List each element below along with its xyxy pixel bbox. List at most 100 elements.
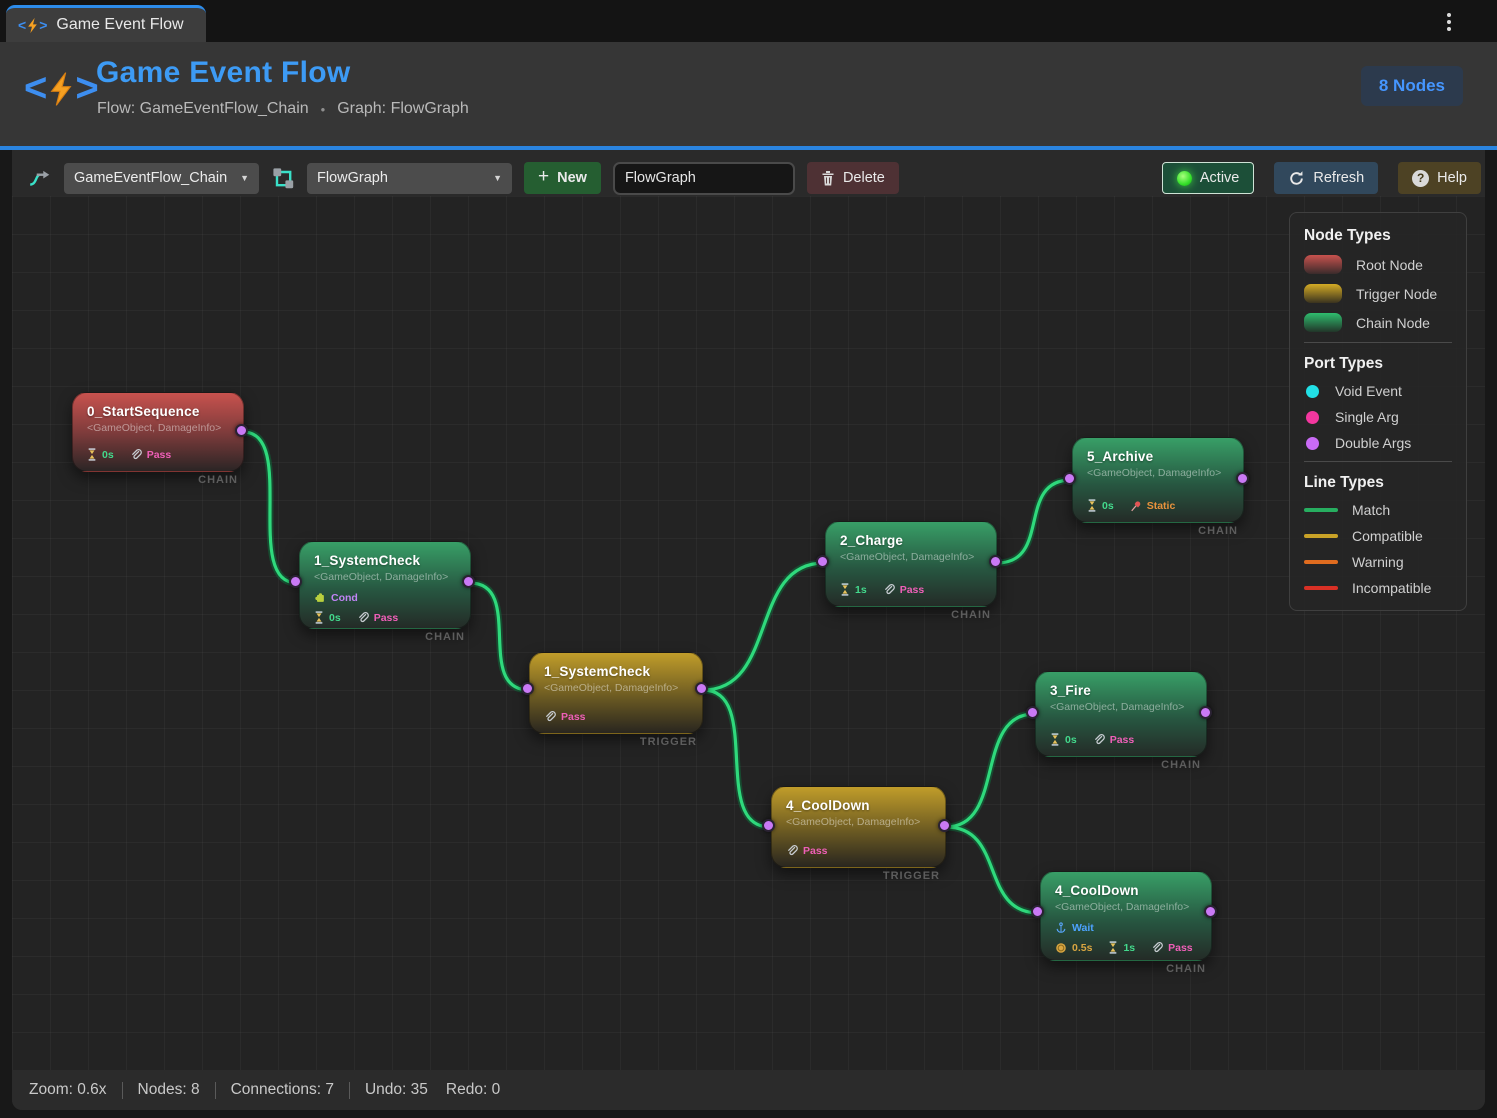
single-arg-port-icon [1306,411,1319,424]
legend-row: Void Event [1304,383,1452,399]
pass-badge: Pass [544,711,586,723]
delay-badge: 0s [1050,733,1077,746]
delete-button[interactable]: Delete [807,162,899,194]
legend-row: Root Node [1304,255,1452,274]
trash-icon [821,171,835,186]
input-port[interactable] [816,555,829,568]
hourglass-icon [314,611,324,624]
node-subtitle: <GameObject, DamageInfo> [1050,701,1192,713]
plus-icon: + [538,166,549,188]
graph-select[interactable]: FlowGraph ▼ [307,163,512,194]
legend-row: Incompatible [1304,580,1452,596]
legend-row: Single Arg [1304,409,1452,425]
node-start-sequence[interactable]: 0_StartSequence <GameObject, DamageInfo>… [72,392,244,472]
pass-badge: Pass [1151,942,1193,954]
flow-select[interactable]: GameEventFlow_Chain ▼ [64,163,259,194]
double-args-port-icon [1306,437,1319,450]
hourglass-icon [1050,733,1060,746]
graph-label: Graph: FlowGraph [337,100,469,118]
hourglass-icon [87,448,97,461]
header-subtitle: Flow: GameEventFlow_Chain • Graph: FlowG… [97,100,469,118]
main-panel: GameEventFlow_Chain ▼ FlowGraph ▼ + New [12,150,1485,1110]
node-title: 2_Charge [840,533,982,548]
hourglass-icon [1108,941,1118,954]
kebab-menu-icon[interactable] [1439,11,1459,33]
paperclip-icon [544,711,556,723]
delay-badge: 1s [840,583,867,596]
output-port[interactable] [989,555,1002,568]
node-title: 5_Archive [1087,449,1229,464]
node-subtitle: <GameObject, DamageInfo> [786,816,931,828]
input-port[interactable] [1026,706,1039,719]
input-port[interactable] [1063,472,1076,485]
legend-divider [1304,342,1452,343]
legend-port-types-title: Port Types [1304,355,1452,373]
active-toggle-button[interactable]: Active [1162,162,1255,194]
node-type-label: CHAIN [951,609,991,621]
node-title: 0_StartSequence [87,404,229,419]
question-icon: ? [1412,170,1429,187]
status-redo: Redo: 0 [446,1081,500,1099]
refresh-icon [1288,170,1305,187]
chevron-down-icon: ▼ [493,173,502,183]
node-fire[interactable]: 3_Fire <GameObject, DamageInfo> 0s Pass … [1035,671,1207,757]
app-window: < > Game Event Flow < > Game Event Flow … [0,0,1497,1118]
output-port[interactable] [938,819,951,832]
output-port[interactable] [1204,905,1217,918]
status-bar: Zoom: 0.6x Nodes: 8 Connections: 7 Undo:… [12,1070,1485,1110]
pass-badge: Pass [883,584,925,596]
chain-node-swatch [1304,313,1342,332]
graph-name-input[interactable] [613,162,795,195]
node-subtitle: <GameObject, DamageInfo> [544,682,688,694]
legend-panel: Node Types Root Node Trigger Node Chain … [1289,212,1467,611]
node-type-label: CHAIN [1166,963,1206,975]
paperclip-icon [357,612,369,624]
coin-icon [1055,942,1067,954]
node-charge[interactable]: 2_Charge <GameObject, DamageInfo> 1s Pas… [825,521,997,607]
output-port[interactable] [235,424,248,437]
compatible-line-icon [1304,534,1338,538]
status-connections: Connections: 7 [231,1081,334,1099]
warning-line-icon [1304,560,1338,564]
nodes-count-badge: 8 Nodes [1361,66,1463,106]
graph-canvas[interactable]: 0_StartSequence <GameObject, DamageInfo>… [12,196,1485,1070]
input-port[interactable] [521,682,534,695]
node-system-check-trigger[interactable]: 1_SystemCheck <GameObject, DamageInfo> P… [529,652,703,734]
input-port[interactable] [1031,905,1044,918]
legend-divider [1304,461,1452,462]
node-cooldown-chain[interactable]: 4_CoolDown <GameObject, DamageInfo> Wait… [1040,871,1212,961]
delay-badge: 1s [1108,941,1135,954]
node-system-check-chain[interactable]: 1_SystemCheck <GameObject, DamageInfo> C… [299,541,471,629]
pushpin-icon [1130,500,1142,512]
new-button[interactable]: + New [524,162,601,194]
help-button[interactable]: ? Help [1398,162,1481,194]
paperclip-icon [883,584,895,596]
wait-badge: Wait [1055,922,1094,934]
merge-flow-icon [28,166,52,190]
flow-bolt-icon: < > [18,17,47,34]
flow-label: Flow: GameEventFlow_Chain [97,100,309,118]
node-type-label: CHAIN [1198,525,1238,537]
node-subtitle: <GameObject, DamageInfo> [87,422,229,434]
cond-badge: Cond [314,592,358,604]
output-port[interactable] [695,682,708,695]
node-subtitle: <GameObject, DamageInfo> [840,551,982,563]
output-port[interactable] [1199,706,1212,719]
refresh-button[interactable]: Refresh [1274,162,1378,194]
hourglass-icon [1087,499,1097,512]
node-type-label: CHAIN [425,631,465,643]
node-type-label: TRIGGER [640,736,697,748]
app-logo-bolt-icon: < > [24,66,99,111]
node-archive[interactable]: 5_Archive <GameObject, DamageInfo> 0s St… [1072,437,1244,523]
legend-row: Warning [1304,554,1452,570]
tab-game-event-flow[interactable]: < > Game Event Flow [6,5,206,42]
node-title: 4_CoolDown [786,798,931,813]
trigger-node-swatch [1304,284,1342,303]
legend-row: Chain Node [1304,313,1452,332]
output-port[interactable] [462,575,475,588]
node-cooldown-trigger[interactable]: 4_CoolDown <GameObject, DamageInfo> Pass… [771,786,946,868]
output-port[interactable] [1236,472,1249,485]
status-undo: Undo: 35 [365,1081,428,1099]
input-port[interactable] [762,819,775,832]
input-port[interactable] [289,575,302,588]
